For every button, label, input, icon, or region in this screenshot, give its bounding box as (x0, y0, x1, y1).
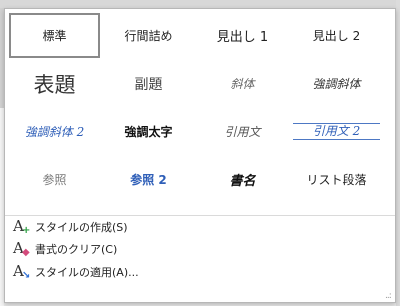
create-style-button[interactable]: A + スタイルの作成(S) (13, 217, 128, 236)
style-label: 強調斜体 (312, 77, 361, 91)
style-subtle-reference[interactable]: 参照 (9, 157, 100, 202)
styles-gallery-dropdown: 標準 行間詰め 見出し 1 見出し 2 表題 副題 斜体 強調斜体 強調斜体 2… (4, 8, 396, 303)
apply-styles-button[interactable]: A ↘ スタイルの適用(A)... (13, 262, 139, 281)
style-label: 見出し 1 (216, 30, 269, 45)
apply-styles-label: スタイルの適用(A)... (35, 266, 139, 279)
background-ribbon-strip (0, 0, 400, 8)
new-style-icon: A + (13, 217, 31, 236)
clear-formatting-label: 書式のクリア(C) (35, 243, 118, 256)
style-label: 引用文 2 (292, 123, 381, 140)
style-label: リスト段落 (306, 173, 367, 187)
resize-grip-icon[interactable]: ..: (385, 291, 392, 301)
style-emphasis[interactable]: 強調斜体 (291, 61, 382, 106)
style-normal[interactable]: 標準 (9, 13, 100, 58)
style-strong[interactable]: 強調太字 (103, 109, 194, 154)
style-subtle-emphasis[interactable]: 斜体 (197, 61, 288, 106)
style-title[interactable]: 表題 (9, 61, 100, 106)
background-sliver (396, 0, 400, 306)
clear-formatting-button[interactable]: A ◆ 書式のクリア(C) (13, 239, 118, 258)
style-subtitle[interactable]: 副題 (103, 61, 194, 106)
style-label: 副題 (134, 76, 163, 93)
style-label: 書名 (229, 174, 256, 189)
style-label: 強調斜体 2 (24, 125, 85, 139)
style-quote[interactable]: 引用文 (197, 109, 288, 154)
style-label: 斜体 (230, 77, 255, 91)
style-no-spacing[interactable]: 行間詰め (103, 13, 194, 58)
create-style-label: スタイルの作成(S) (35, 221, 128, 234)
style-heading-2[interactable]: 見出し 2 (291, 13, 382, 58)
style-heading-1[interactable]: 見出し 1 (197, 13, 288, 58)
style-list-paragraph[interactable]: リスト段落 (291, 157, 382, 202)
style-label: 強調太字 (124, 125, 173, 139)
style-label: 標準 (42, 29, 67, 43)
style-label: 行間詰め (124, 29, 173, 43)
style-label: 参照 (42, 173, 67, 187)
style-label: 表題 (33, 72, 76, 97)
clear-formatting-icon: A ◆ (13, 239, 30, 258)
style-book-title[interactable]: 書名 (197, 157, 288, 202)
apply-styles-icon: A ↘ (13, 262, 31, 281)
style-label: 引用文 (224, 125, 261, 139)
styles-gallery: 標準 行間詰め 見出し 1 見出し 2 表題 副題 斜体 強調斜体 強調斜体 2… (5, 9, 395, 215)
style-intense-emphasis[interactable]: 強調斜体 2 (9, 109, 100, 154)
style-label: 参照 2 (130, 173, 167, 187)
style-intense-reference[interactable]: 参照 2 (103, 157, 194, 202)
style-intense-quote[interactable]: 引用文 2 (291, 109, 382, 154)
menu-divider (5, 215, 395, 216)
style-label: 見出し 2 (312, 29, 361, 43)
